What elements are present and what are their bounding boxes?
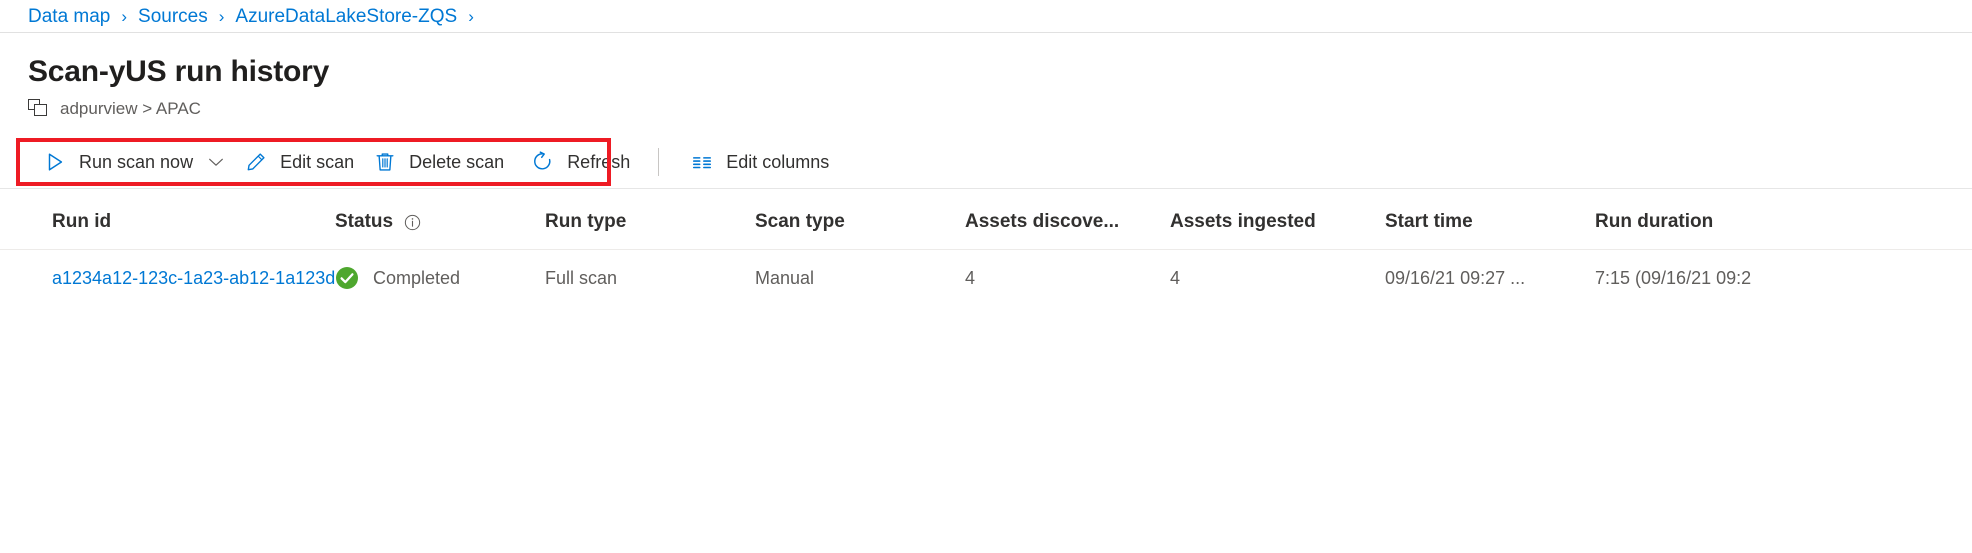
breadcrumb-separator-icon: ›	[121, 7, 127, 26]
run-scan-now-button[interactable]: Run scan now	[34, 143, 235, 181]
refresh-icon	[532, 151, 554, 173]
play-icon	[44, 151, 66, 173]
toolbar-divider	[658, 148, 659, 176]
column-header-scan-type[interactable]: Scan type	[755, 189, 965, 250]
page-subtitle: adpurview > APAC	[60, 99, 201, 119]
info-icon[interactable]	[404, 214, 421, 231]
pencil-icon	[245, 151, 267, 173]
column-header-status[interactable]: Status	[335, 189, 545, 250]
columns-icon	[691, 151, 713, 173]
cell-start-time: 09/16/21 09:27 ...	[1385, 250, 1595, 309]
table-header-row: Run id Status Run type Scan type	[0, 189, 1972, 250]
refresh-label: Refresh	[567, 152, 630, 172]
breadcrumb-item-source[interactable]: AzureDataLakeStore-ZQS	[235, 7, 457, 26]
refresh-button[interactable]: Refresh	[522, 143, 640, 181]
column-header-run-id-label: Run id	[52, 211, 111, 232]
chevron-down-icon[interactable]	[207, 153, 225, 171]
page-header: Scan-yUS run history adpurview > APAC	[0, 33, 1972, 119]
cell-scan-type: Manual	[755, 250, 965, 309]
edit-columns-button[interactable]: Edit columns	[681, 143, 839, 181]
edit-columns-label: Edit columns	[726, 152, 829, 172]
cell-run-duration: 7:15 (09/16/21 09:2	[1595, 250, 1972, 309]
column-header-assets-ingested[interactable]: Assets ingested	[1170, 189, 1385, 250]
table-row[interactable]: a1234a12-123c-1a23-ab12-1a123d1 Complete…	[0, 250, 1972, 309]
cell-run-type: Full scan	[545, 250, 755, 309]
column-header-run-type[interactable]: Run type	[545, 189, 755, 250]
trash-icon	[374, 151, 396, 173]
column-header-run-id[interactable]: Run id	[0, 189, 335, 250]
breadcrumb-item-data-map[interactable]: Data map	[28, 7, 110, 26]
column-header-run-duration-label: Run duration	[1595, 211, 1713, 232]
command-bar-wrapper: Run scan now Edit scan Delete scan	[0, 135, 1972, 189]
cell-assets-discovered: 4	[965, 250, 1170, 309]
page-subtitle-row: adpurview > APAC	[28, 99, 1972, 119]
column-header-run-duration[interactable]: Run duration	[1595, 189, 1972, 250]
breadcrumb-item-sources[interactable]: Sources	[138, 7, 208, 26]
collection-icon	[28, 99, 50, 119]
column-header-start-time[interactable]: Start time	[1385, 189, 1595, 250]
cell-run-id: a1234a12-123c-1a23-ab12-1a123d1	[0, 250, 335, 309]
breadcrumb-separator-icon: ›	[468, 7, 474, 26]
column-header-scan-type-label: Scan type	[755, 211, 845, 232]
delete-scan-label: Delete scan	[409, 152, 504, 172]
run-id-link[interactable]: a1234a12-123c-1a23-ab12-1a123d1	[52, 268, 335, 288]
breadcrumb: Data map › Sources › AzureDataLakeStore-…	[0, 0, 1972, 33]
edit-scan-label: Edit scan	[280, 152, 354, 172]
column-header-start-time-label: Start time	[1385, 211, 1473, 232]
status-badge: Completed	[373, 268, 460, 289]
cell-status: Completed	[335, 250, 545, 309]
command-bar: Run scan now Edit scan Delete scan	[0, 135, 1972, 189]
breadcrumb-separator-icon: ›	[219, 7, 225, 26]
column-header-assets-ingested-label: Assets ingested	[1170, 211, 1316, 232]
edit-scan-button[interactable]: Edit scan	[235, 143, 364, 181]
page-title: Scan-yUS run history	[28, 55, 1972, 89]
cell-assets-ingested: 4	[1170, 250, 1385, 309]
success-check-icon	[335, 266, 359, 290]
run-history-table: Run id Status Run type Scan type	[0, 189, 1972, 308]
run-scan-now-label: Run scan now	[79, 152, 193, 172]
column-header-assets-discovered[interactable]: Assets discove...	[965, 189, 1170, 250]
column-header-status-label: Status	[335, 211, 393, 233]
column-header-assets-discovered-label: Assets discove...	[965, 211, 1119, 232]
column-header-run-type-label: Run type	[545, 211, 626, 232]
delete-scan-button[interactable]: Delete scan	[364, 143, 514, 181]
